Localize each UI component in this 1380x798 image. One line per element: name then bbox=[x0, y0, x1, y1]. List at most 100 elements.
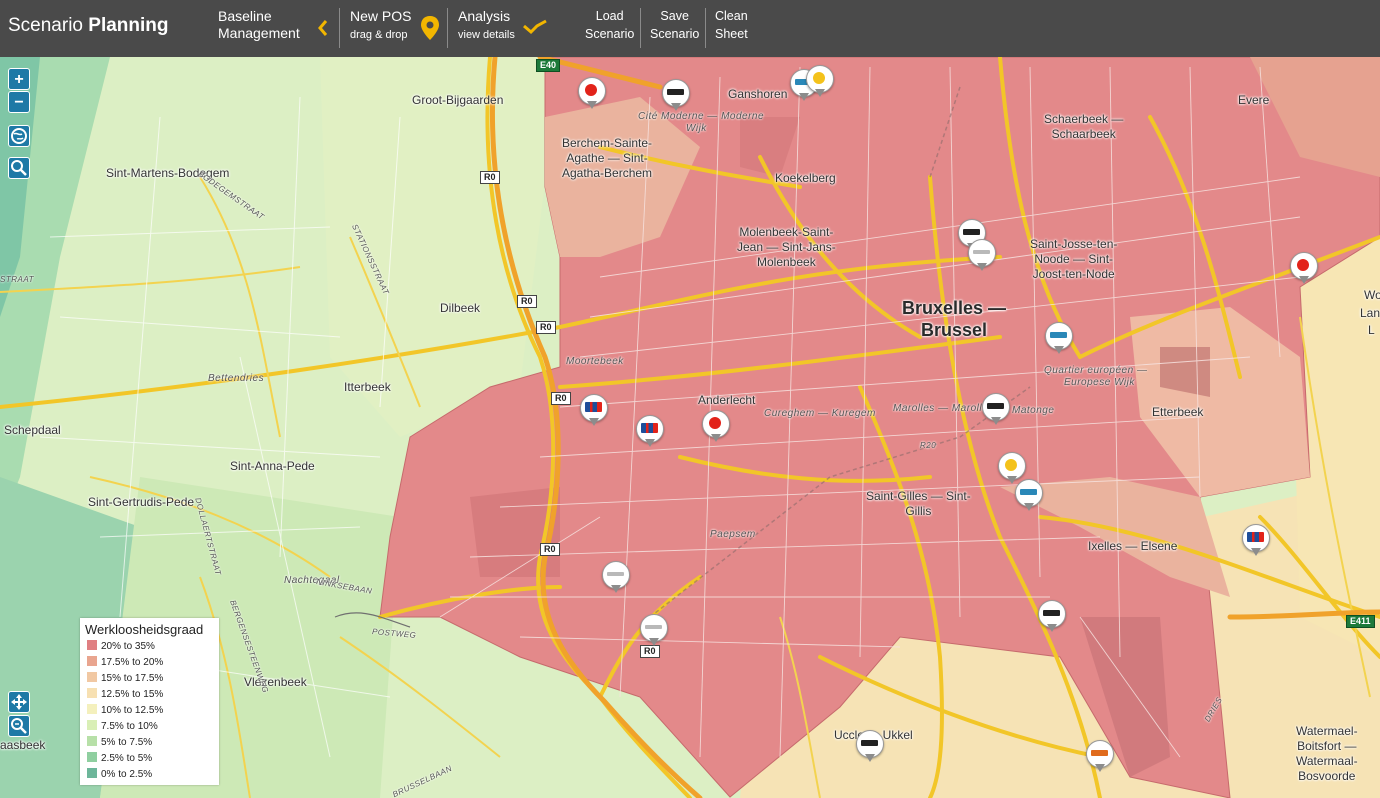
pos-marker-icon[interactable] bbox=[968, 239, 996, 273]
place-label: Groot-Bijgaarden bbox=[412, 93, 504, 107]
road-shield-r0: R0 bbox=[517, 295, 537, 308]
place-label-line: Schaarbeek bbox=[1051, 127, 1116, 141]
save-label-2: Scenario bbox=[650, 27, 700, 41]
pos-marker-icon[interactable] bbox=[602, 561, 630, 595]
pos-marker-part bbox=[1054, 346, 1064, 354]
analysis-menu[interactable]: Analysis view details bbox=[458, 8, 515, 44]
pos-marker-part bbox=[963, 229, 980, 235]
zoom-box-icon[interactable] bbox=[8, 715, 30, 737]
place-label: Evere bbox=[1238, 93, 1270, 107]
place-label: Sint-Gertrudis-Pede bbox=[88, 495, 195, 509]
baseline-label-line1: Baseline bbox=[218, 8, 272, 24]
place-label: aasbeek bbox=[0, 738, 46, 752]
pan-icon[interactable] bbox=[8, 691, 30, 713]
legend-item: 12.5% to 15% bbox=[87, 688, 163, 702]
place-label-brussels: Bruxelles — Brussel bbox=[902, 297, 1006, 341]
pos-marker-part bbox=[641, 423, 658, 433]
map-pin-icon[interactable] bbox=[420, 15, 440, 41]
pos-marker-part bbox=[1005, 459, 1017, 471]
place-label-saint-gilles: Saint-Gilles — Sint- Gillis bbox=[866, 489, 971, 519]
place-label-line: Bruxelles — bbox=[902, 298, 1007, 318]
baseline-label-line2: Management bbox=[218, 25, 300, 41]
pos-marker-part bbox=[709, 417, 721, 429]
legend-swatch bbox=[87, 704, 97, 714]
clean-label-2: Sheet bbox=[715, 27, 748, 41]
pos-marker-part bbox=[987, 403, 1004, 409]
pos-marker-part bbox=[589, 418, 599, 426]
pos-marker-icon[interactable] bbox=[856, 730, 884, 764]
clean-sheet-button[interactable]: Clean Sheet bbox=[715, 7, 748, 43]
pos-marker-part bbox=[815, 89, 825, 97]
place-label: Matonge bbox=[1012, 405, 1055, 416]
road-shield-r0: R0 bbox=[480, 171, 500, 184]
pos-marker-icon[interactable] bbox=[1038, 600, 1066, 634]
road-shield-r0: R0 bbox=[540, 543, 560, 556]
analysis-label: Analysis bbox=[458, 8, 511, 24]
place-label: Moortebeek bbox=[566, 356, 624, 367]
load-label-2: Scenario bbox=[585, 27, 635, 41]
pos-marker-part bbox=[585, 84, 597, 96]
baseline-management-menu[interactable]: Baseline Management bbox=[218, 8, 300, 42]
legend-label: 15% to 17.5% bbox=[101, 673, 164, 684]
pos-marker-icon[interactable] bbox=[580, 394, 608, 428]
analysis-sublabel: view details bbox=[458, 29, 515, 41]
globe-icon[interactable] bbox=[8, 125, 30, 147]
road-shield-e411: E411 bbox=[1346, 615, 1375, 628]
place-label: Anderlecht bbox=[698, 393, 756, 407]
new-pos-menu[interactable]: New POS drag & drop bbox=[350, 8, 411, 44]
place-label: Vlezenbeek bbox=[244, 675, 307, 689]
trend-line-icon[interactable] bbox=[522, 18, 548, 36]
place-label-line: Gillis bbox=[905, 504, 932, 518]
legend-label: 7.5% to 10% bbox=[101, 721, 158, 732]
pos-marker-icon[interactable] bbox=[1290, 252, 1318, 286]
place-label: Etterbeek bbox=[1152, 405, 1204, 419]
pos-marker-part bbox=[1251, 548, 1261, 556]
pos-marker-part bbox=[977, 263, 987, 271]
legend-item: 20% to 35% bbox=[87, 640, 155, 654]
pos-marker-icon[interactable] bbox=[982, 393, 1010, 427]
app-title: Scenario Planning bbox=[8, 15, 169, 37]
place-label-line: Watermael- bbox=[1296, 724, 1358, 738]
place-label-line: Molenbeek-Saint- bbox=[739, 225, 834, 239]
divider bbox=[339, 8, 340, 48]
pos-marker-part bbox=[1247, 532, 1264, 542]
pos-marker-icon[interactable] bbox=[1086, 740, 1114, 774]
street-label: R20 bbox=[920, 441, 937, 450]
pos-marker-icon[interactable] bbox=[1242, 524, 1270, 558]
pos-marker-icon[interactable] bbox=[702, 410, 730, 444]
place-label-line: Agathe — Sint- bbox=[566, 151, 648, 165]
legend-item: 17.5% to 20% bbox=[87, 656, 163, 670]
pos-marker-icon[interactable] bbox=[1015, 479, 1043, 513]
search-icon[interactable] bbox=[8, 157, 30, 179]
street-label: STRAAT bbox=[0, 275, 34, 284]
place-label: Europese Wijk bbox=[1064, 377, 1135, 388]
pos-marker-icon[interactable] bbox=[578, 77, 606, 111]
pos-marker-icon[interactable] bbox=[662, 79, 690, 113]
place-label-line: Agatha-Berchem bbox=[562, 166, 653, 180]
pos-marker-part bbox=[1299, 276, 1309, 284]
map-canvas[interactable]: Groot-Bijgaarden Ganshoren Evere Cité Mo… bbox=[0, 57, 1380, 798]
legend-swatch bbox=[87, 768, 97, 778]
place-label: L bbox=[1368, 323, 1375, 337]
legend-label: 5% to 7.5% bbox=[101, 737, 153, 748]
place-label: Paepsem bbox=[710, 529, 756, 540]
place-label: Quartier européen — bbox=[1044, 365, 1148, 376]
pos-marker-icon[interactable] bbox=[636, 415, 664, 449]
legend-label: 20% to 35% bbox=[101, 641, 155, 652]
pos-marker-icon[interactable] bbox=[640, 614, 668, 648]
pos-marker-part bbox=[1047, 624, 1057, 632]
pos-marker-icon[interactable] bbox=[806, 65, 834, 99]
zoom-in-button[interactable]: + bbox=[8, 68, 30, 90]
place-label: Marolles — Marollen bbox=[893, 403, 995, 414]
pos-marker-part bbox=[861, 740, 878, 746]
pos-marker-part bbox=[667, 89, 684, 95]
save-scenario-button[interactable]: Save Scenario bbox=[650, 7, 699, 43]
place-label-line: Bosvoorde bbox=[1298, 769, 1356, 783]
divider bbox=[705, 8, 706, 48]
zoom-out-button[interactable]: − bbox=[8, 91, 30, 113]
chevron-left-icon[interactable] bbox=[317, 19, 329, 37]
place-label: Wo bbox=[1364, 288, 1380, 302]
pos-marker-icon[interactable] bbox=[1045, 322, 1073, 356]
legend-swatch bbox=[87, 640, 97, 650]
load-scenario-button[interactable]: Load Scenario bbox=[585, 7, 634, 43]
